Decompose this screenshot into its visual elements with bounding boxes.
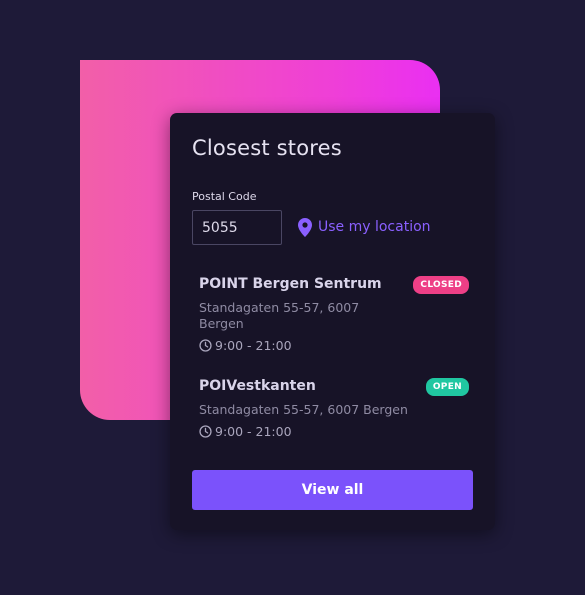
card-title: Closest stores bbox=[192, 136, 342, 160]
view-all-button[interactable]: View all bbox=[192, 470, 473, 510]
use-my-location-button[interactable]: Use my location bbox=[298, 215, 431, 239]
closest-stores-card: Closest stores Postal Code Use my locati… bbox=[170, 113, 495, 530]
clock-icon bbox=[199, 425, 212, 438]
status-badge-closed: CLOSED bbox=[413, 276, 469, 294]
postal-code-input[interactable] bbox=[192, 210, 282, 245]
store-hours-text: 9:00 - 21:00 bbox=[215, 424, 292, 439]
store-address-line: Standagaten 55-57, 6007 bbox=[199, 300, 360, 315]
store-list-item[interactable]: POINT Bergen Sentrum CLOSED Standagaten … bbox=[199, 275, 469, 353]
store-address-line: Standagaten 55-57, 6007 Bergen bbox=[199, 402, 408, 417]
store-hours-text: 9:00 - 21:00 bbox=[215, 338, 292, 353]
store-address-line: Bergen bbox=[199, 316, 244, 331]
clock-icon bbox=[199, 339, 212, 352]
store-hours: 9:00 - 21:00 bbox=[199, 338, 469, 353]
stage: Closest stores Postal Code Use my locati… bbox=[0, 0, 585, 595]
map-pin-icon bbox=[298, 217, 312, 237]
store-hours: 9:00 - 21:00 bbox=[199, 424, 469, 439]
use-my-location-label: Use my location bbox=[318, 219, 431, 235]
status-badge-open: OPEN bbox=[425, 378, 469, 396]
postal-code-label: Postal Code bbox=[192, 190, 257, 203]
store-list-item[interactable]: POIVestkanten OPEN Standagaten 55-57, 60… bbox=[199, 377, 469, 439]
store-address: Standagaten 55-57, 6007 Bergen bbox=[199, 402, 469, 418]
store-address: Standagaten 55-57, 6007 Bergen bbox=[199, 300, 374, 332]
